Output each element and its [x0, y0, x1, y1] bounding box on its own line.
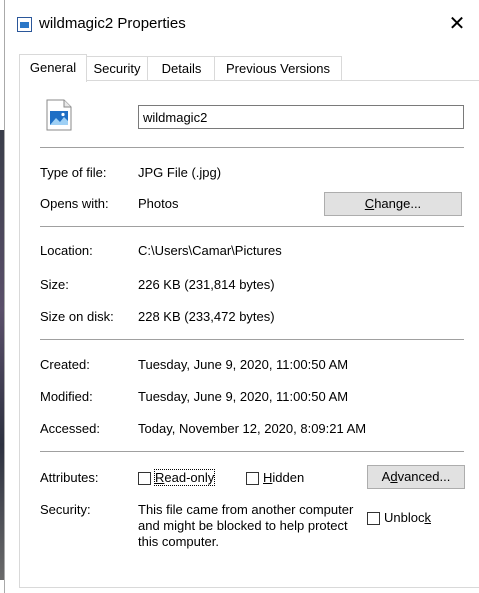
size-on-disk-value: 228 KB (233,472 bytes): [138, 309, 275, 324]
window-title: wildmagic2 Properties: [39, 15, 186, 32]
created-label: Created:: [40, 357, 90, 372]
separator: [40, 339, 464, 340]
jpg-file-icon: [46, 99, 72, 131]
unblock-label[interactable]: Unblock: [384, 510, 431, 525]
created-value: Tuesday, June 9, 2020, 11:00:50 AM: [138, 357, 349, 372]
general-tab-panel: wildmagic2 Type of file: JPG File (.jpg)…: [19, 80, 479, 588]
opens-with-value: Photos: [138, 196, 179, 211]
tab-previous-versions[interactable]: Previous Versions: [214, 56, 342, 81]
accessed-value: Today, November 12, 2020, 8:09:21 AM: [138, 421, 367, 436]
size-label: Size:: [40, 277, 69, 292]
tab-general[interactable]: General: [19, 54, 87, 82]
unblock-accelerator: k: [424, 510, 431, 525]
tab-details[interactable]: Details: [147, 56, 216, 81]
size-value: 226 KB (231,814 bytes): [138, 277, 275, 292]
read-only-accelerator: R: [155, 470, 165, 485]
separator: [40, 147, 464, 148]
separator: [40, 226, 464, 227]
change-button-label: hange...: [374, 196, 422, 211]
advanced-accelerator: d: [390, 469, 398, 484]
title-bar[interactable]: wildmagic2 Properties ✕: [5, 0, 479, 46]
advanced-post: vanced...: [397, 469, 451, 484]
close-icon[interactable]: ✕: [434, 0, 479, 46]
hidden-checkbox[interactable]: [246, 472, 259, 485]
change-button-accelerator: C: [364, 196, 375, 211]
read-only-label[interactable]: Read-only: [153, 469, 216, 486]
type-of-file-value: JPG File (.jpg): [138, 165, 222, 180]
separator: [40, 451, 464, 452]
opens-with-label: Opens with:: [40, 196, 109, 211]
change-button[interactable]: Change...: [324, 192, 462, 216]
tab-security[interactable]: Security: [85, 56, 149, 81]
type-of-file-label: Type of file:: [40, 165, 107, 180]
hidden-text: idden: [272, 470, 305, 485]
security-message-line: This file came from another computer: [138, 502, 354, 517]
security-message: This file came from another computer and…: [138, 502, 366, 550]
size-on-disk-label: Size on disk:: [40, 309, 114, 324]
unblock-checkbox[interactable]: [367, 512, 380, 525]
security-message-line: and might be blocked to help protect: [138, 518, 348, 533]
modified-value: Tuesday, June 9, 2020, 11:00:50 AM: [138, 389, 349, 404]
accessed-label: Accessed:: [40, 421, 100, 436]
properties-dialog: wildmagic2 Properties ✕ General Security…: [4, 0, 479, 593]
read-only-checkbox[interactable]: [138, 472, 151, 485]
attributes-label: Attributes:: [40, 470, 99, 485]
advanced-button[interactable]: Advanced...: [367, 465, 465, 489]
hidden-label[interactable]: Hidden: [263, 470, 304, 485]
security-message-line: this computer.: [138, 534, 219, 549]
image-file-icon: [17, 17, 32, 32]
unblock-text: Unbloc: [384, 510, 425, 525]
hidden-accelerator: H: [263, 470, 273, 485]
security-label: Security:: [40, 502, 91, 517]
read-only-text: ead-only: [164, 470, 215, 485]
location-label: Location:: [40, 243, 93, 258]
file-name-field[interactable]: wildmagic2: [138, 105, 464, 129]
modified-label: Modified:: [40, 389, 93, 404]
location-value: C:\Users\Camar\Pictures: [138, 243, 282, 258]
